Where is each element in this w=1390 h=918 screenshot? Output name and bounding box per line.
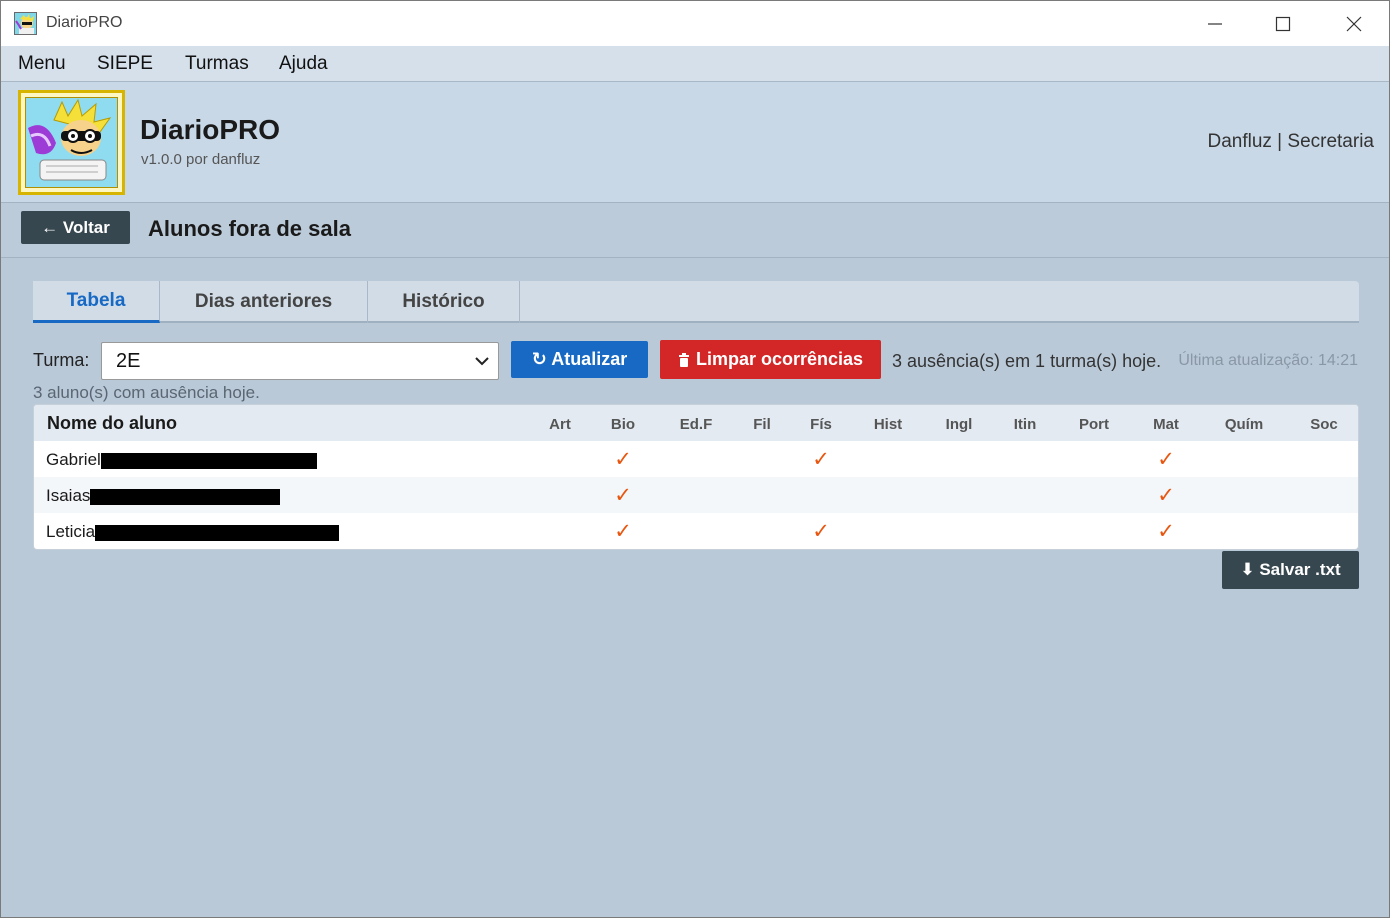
clear-occurrences-button[interactable]: Limpar ocorrências [660,340,881,379]
table-header: Nome do aluno Art Bio Ed.F Fil Fís Hist … [34,405,1358,441]
student-name: Gabriel [46,450,317,470]
page-title: Alunos fora de sala [148,216,351,241]
tab-dias-anteriores[interactable]: Dias anteriores [160,281,368,323]
minimize-icon [1208,22,1222,25]
back-button[interactable]: ← Voltar [21,211,130,244]
table-row[interactable]: Gabriel ✓ ✓ ✓ [34,441,1358,477]
app-logo-icon [14,12,37,35]
column-header-name: Nome do aluno [47,413,177,433]
absence-summary: 3 ausência(s) em 1 turma(s) hoje. [892,351,1162,371]
redacted-surname [100,452,317,469]
column-header-fil: Fil [753,416,771,433]
app-version: v1.0.0 por danfluz [141,151,261,168]
menu-item-turmas[interactable]: Turmas [185,53,249,75]
trash-icon [678,352,689,367]
absence-check-bio: ✓ [614,484,632,507]
redacted-surname [90,488,281,505]
maximize-icon [1275,16,1291,31]
tab-historico[interactable]: Histórico [368,281,520,323]
app-window: DiarioPRO Menu SIEPE Turmas Ajuda Diario… [0,0,1390,918]
minimize-button[interactable] [1180,1,1250,46]
menu-bar: Menu SIEPE Turmas Ajuda [1,46,1389,82]
title-bar: DiarioPRO [1,1,1389,46]
column-header-fis: Fís [810,416,832,433]
absence-check-mat: ✓ [1157,448,1175,471]
user-info: Danfluz | Secretaria [1207,131,1374,152]
column-header-art: Art [549,416,571,433]
page-toolbar: ← Voltar Alunos fora de sala [1,203,1389,258]
student-name: Isaias [46,486,281,506]
menu-item-siepe[interactable]: SIEPE [97,53,153,75]
student-count: 3 aluno(s) com ausência hoje. [33,383,260,402]
column-header-itin: Itin [1013,416,1037,433]
absence-check-bio: ✓ [614,448,632,471]
column-header-quim: Quím [1224,416,1264,433]
table-row[interactable]: Leticia ✓ ✓ ✓ [34,513,1358,549]
menu-item-ajuda[interactable]: Ajuda [279,53,328,75]
close-button[interactable] [1319,1,1389,46]
turma-select[interactable]: 2E [101,342,499,380]
turma-label: Turma: [33,350,90,370]
last-update: Última atualização: 14:21 [1178,352,1358,369]
app-name: DiarioPRO [140,114,281,145]
column-header-edf: Ed.F [679,416,713,433]
absence-table: Nome do aluno Art Bio Ed.F Fil Fís Hist … [33,404,1359,550]
table-row[interactable]: Isaias ✓ ✓ [34,477,1358,513]
column-header-bio: Bio [610,416,636,433]
student-name: Leticia [46,522,340,542]
absence-check-mat: ✓ [1157,520,1175,543]
column-header-ingl: Ingl [945,416,973,433]
absence-check-fis: ✓ [812,520,830,543]
column-header-port: Port [1079,416,1109,433]
column-header-hist: Hist [873,416,903,433]
absence-check-mat: ✓ [1157,484,1175,507]
tab-bar: Tabela Dias anteriores Histórico [33,281,1359,323]
window-title: DiarioPRO [46,14,123,31]
clear-occurrences-label: Limpar ocorrências [695,349,864,369]
app-logo [18,90,125,195]
professor-mascot-icon [25,97,118,188]
maximize-button[interactable] [1248,1,1318,46]
menu-item-menu[interactable]: Menu [18,53,66,75]
redacted-surname [95,524,340,541]
close-icon [1346,16,1362,31]
save-txt-button[interactable]: ⬇ Salvar .txt [1222,551,1359,589]
refresh-button[interactable]: ↻ Atualizar [511,341,648,378]
chevron-down-icon [475,357,489,366]
app-header: DiarioPRO v1.0.0 por danfluz Danfluz | S… [1,82,1389,203]
turma-select-value: 2E [116,349,141,372]
tab-tabela[interactable]: Tabela [33,281,160,323]
absence-check-fis: ✓ [812,448,830,471]
absence-check-bio: ✓ [614,520,632,543]
column-header-mat: Mat [1153,416,1179,433]
column-header-soc: Soc [1310,416,1338,433]
